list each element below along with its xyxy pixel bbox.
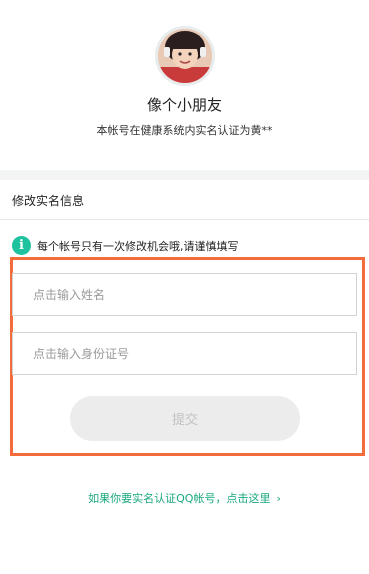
- qq-verify-link[interactable]: 如果你要实名认证QQ帐号，点击这里 ›: [0, 490, 369, 506]
- info-icon: i: [12, 236, 31, 255]
- profile-header: 像个小朋友 本帐号在健康系统内实名认证为黄**: [0, 0, 369, 170]
- realname-status: 本帐号在健康系统内实名认证为黄**: [96, 124, 273, 137]
- name-input[interactable]: [12, 273, 357, 316]
- id-number-input[interactable]: [12, 332, 357, 375]
- qq-link-label: 如果你要实名认证QQ帐号，点击这里: [88, 492, 271, 505]
- notice-text: 每个帐号只有一次修改机会哦,请谨慎填写: [37, 239, 239, 253]
- chevron-right-icon: ›: [276, 492, 281, 505]
- submit-button[interactable]: 提交: [70, 396, 300, 441]
- avatar-image: [158, 29, 212, 83]
- notice: i 每个帐号只有一次修改机会哦,请谨慎填写: [12, 236, 239, 255]
- divider: [0, 219, 369, 220]
- section-title: 修改实名信息: [12, 194, 85, 208]
- nickname: 像个小朋友: [146, 96, 222, 114]
- avatar[interactable]: [155, 26, 215, 86]
